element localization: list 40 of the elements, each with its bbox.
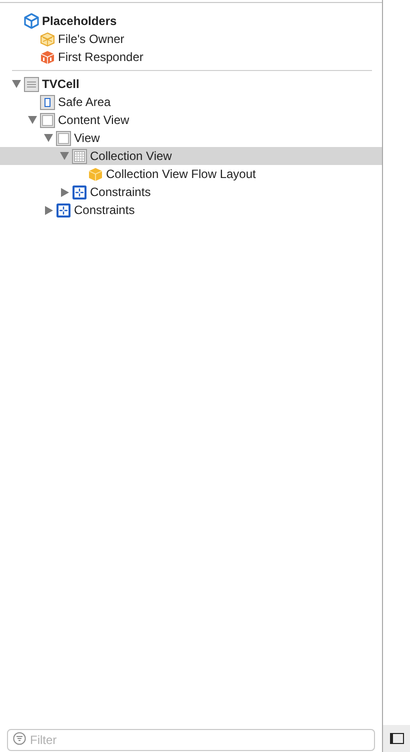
outline-item[interactable]: Collection View <box>0 147 382 165</box>
item-label: Constraints <box>74 202 135 219</box>
outline-item[interactable]: TVCell <box>0 75 382 93</box>
outline-item[interactable]: First Responder <box>0 48 382 66</box>
disclosure-triangle-icon[interactable] <box>12 80 21 88</box>
disclosure-triangle-icon[interactable] <box>44 134 53 142</box>
disclosure-triangle-icon[interactable] <box>60 152 69 160</box>
view-icon <box>56 130 71 146</box>
cell-icon <box>24 76 39 92</box>
view-icon <box>40 112 55 128</box>
outline-item[interactable]: View <box>0 129 382 147</box>
outline-item[interactable]: Constraints <box>0 183 382 201</box>
filter-icon <box>13 732 26 745</box>
cube-icon <box>24 13 39 29</box>
outline-item[interactable]: Safe Area <box>0 93 382 111</box>
constraints-icon <box>72 184 87 200</box>
item-label: Constraints <box>90 184 151 201</box>
disclosure-triangle-icon[interactable] <box>28 116 37 124</box>
cube-icon <box>40 32 55 46</box>
item-label: First Responder <box>58 49 144 66</box>
item-label: TVCell <box>42 76 80 93</box>
outline-item[interactable]: Placeholders <box>0 12 382 30</box>
item-label: Collection View <box>90 148 172 165</box>
outline-item[interactable]: Collection View Flow Layout <box>0 165 382 183</box>
item-label: Placeholders <box>42 13 117 30</box>
item-label: Collection View Flow Layout <box>106 166 256 183</box>
cube-icon <box>40 50 55 64</box>
item-label: Safe Area <box>58 94 111 111</box>
item-label: File's Owner <box>58 31 124 48</box>
outline-item[interactable]: File's Owner <box>0 30 382 48</box>
item-label: Content View <box>58 112 130 129</box>
item-label: View <box>74 130 100 147</box>
outline-item[interactable]: Constraints <box>0 201 382 219</box>
outline-item[interactable]: Content View <box>0 111 382 129</box>
safe-area-icon <box>40 94 55 110</box>
cube-icon <box>88 166 103 182</box>
sidebar-toggle-icon[interactable] <box>390 733 404 744</box>
constraints-icon <box>56 202 71 218</box>
filter-field[interactable]: Filter <box>7 729 375 751</box>
grid-icon <box>72 148 87 164</box>
